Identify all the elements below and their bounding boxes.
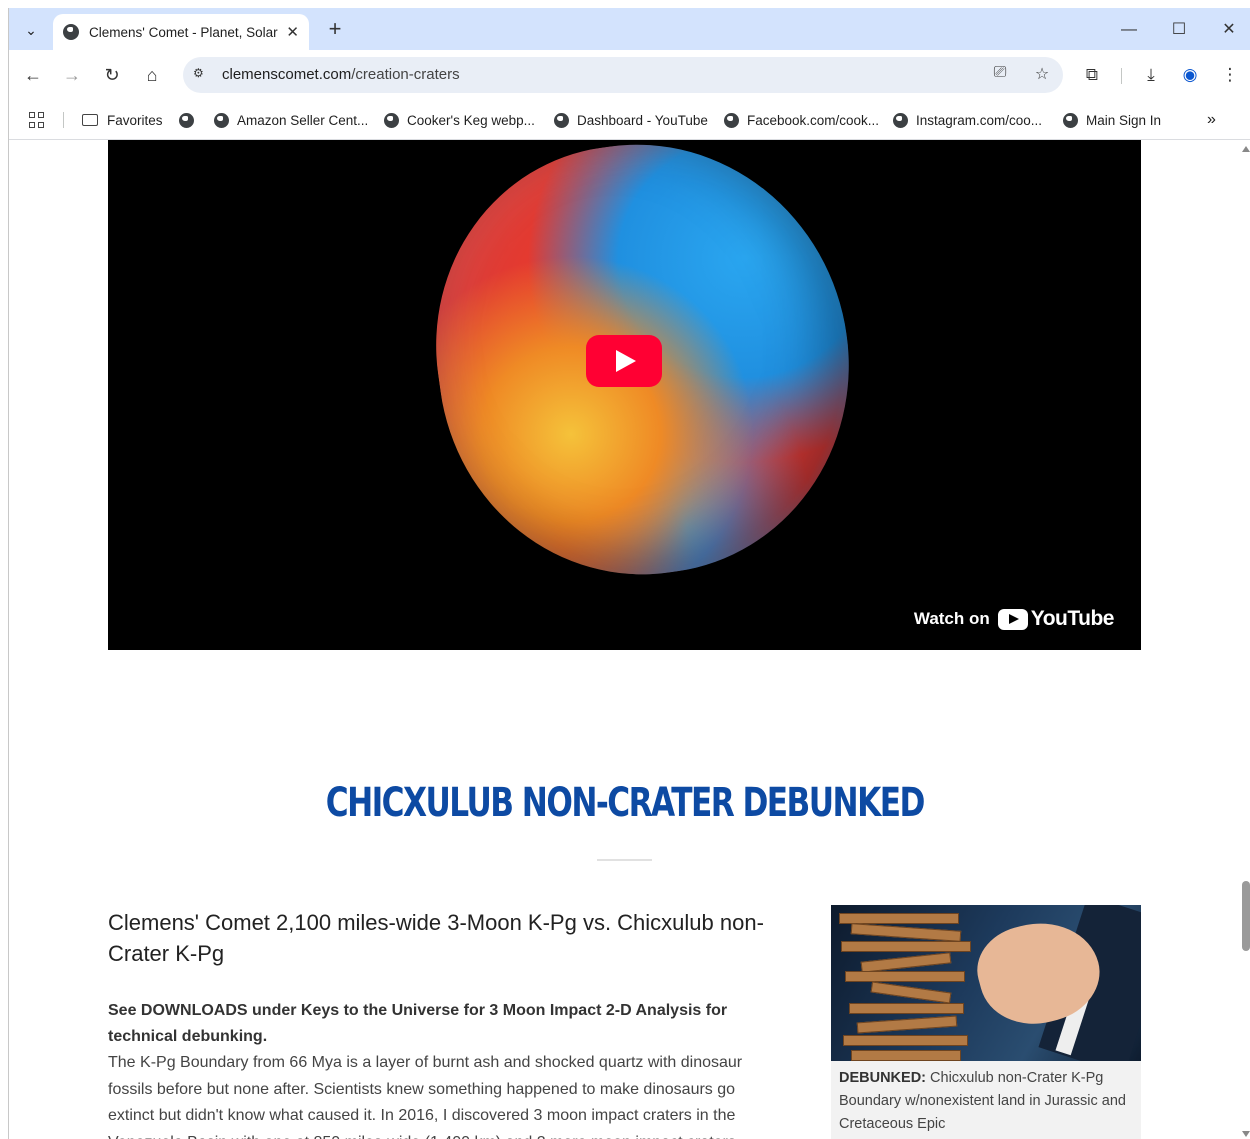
- bookmark-globe[interactable]: [179, 110, 202, 130]
- globe-icon: [384, 112, 399, 128]
- globe-icon: [554, 112, 569, 128]
- youtube-logo-icon: YouTube: [997, 607, 1115, 631]
- jenga-block: [856, 1015, 958, 1034]
- tab-title: Clemens' Comet - Planet, Solar: [89, 24, 278, 40]
- bookmark-amazon[interactable]: Amazon Seller Cent...: [214, 110, 368, 130]
- window-close-icon[interactable]: ✕: [1207, 16, 1250, 44]
- jenga-photo: [831, 905, 1141, 1061]
- globe-icon: [724, 112, 739, 128]
- folder-icon: [82, 114, 98, 126]
- page-viewport: Watch on YouTube CHICXULUB NON-CRATER DE…: [9, 140, 1250, 1139]
- forward-arrow-icon[interactable]: →: [59, 62, 85, 88]
- address-bar[interactable]: ⚙ clemenscomet.com/creation-craters ⎚ ☆: [183, 57, 1063, 93]
- star-icon[interactable]: ☆: [1031, 64, 1053, 86]
- globe-icon: [214, 112, 229, 128]
- maximize-icon[interactable]: ☐: [1157, 16, 1201, 44]
- jenga-block: [845, 971, 965, 982]
- bookmark-instagram[interactable]: Instagram.com/coo...: [893, 110, 1042, 130]
- bookmark-main-sign-in[interactable]: Main Sign In: [1063, 110, 1161, 130]
- bookmark-youtube-dashboard[interactable]: Dashboard - YouTube: [554, 110, 708, 130]
- puzzle-icon[interactable]: ⧉: [1079, 62, 1105, 88]
- jenga-figure: DEBUNKED: Chicxulub non-Crater K-Pg Boun…: [831, 905, 1141, 1139]
- downloads-note: See DOWNLOADS under Keys to the Universe…: [108, 1002, 728, 1045]
- bookmark-cookers-keg[interactable]: Cooker's Keg webp...: [384, 110, 535, 130]
- globe-icon: [63, 24, 79, 40]
- jenga-block: [849, 1003, 964, 1014]
- scroll-down-icon[interactable]: [1242, 1131, 1250, 1137]
- bookmark-label: Favorites: [107, 112, 163, 128]
- back-arrow-icon[interactable]: ←: [20, 62, 46, 88]
- jenga-block: [850, 923, 962, 942]
- bookmark-label: Cooker's Keg webp...: [407, 112, 535, 128]
- close-icon[interactable]: ✕: [286, 23, 299, 41]
- bookmark-facebook[interactable]: Facebook.com/cook...: [724, 110, 879, 130]
- caption-label: DEBUNKED:: [839, 1070, 926, 1086]
- jenga-block: [839, 913, 959, 924]
- tune-icon[interactable]: ⚙: [193, 66, 211, 84]
- scroll-up-icon[interactable]: [1242, 146, 1250, 152]
- kebab-menu-icon[interactable]: ⋮: [1217, 62, 1243, 88]
- minimize-icon[interactable]: —: [1107, 16, 1151, 44]
- plus-icon[interactable]: +: [321, 16, 349, 44]
- article-body: The K-Pg Boundary from 66 Mya is a layer…: [108, 1054, 743, 1139]
- download-icon[interactable]: ⤓: [1138, 62, 1164, 88]
- jenga-block: [841, 941, 971, 952]
- bookmarks-bar: Favorites Amazon Seller Cent... Cooker's…: [9, 100, 1250, 140]
- home-icon[interactable]: ⌂: [139, 62, 165, 88]
- reload-icon[interactable]: ↻: [99, 62, 125, 88]
- browser-window: ⌄ Clemens' Comet - Planet, Solar ✕ + — ☐…: [8, 8, 1250, 1139]
- tab-active[interactable]: Clemens' Comet - Planet, Solar ✕: [53, 14, 309, 50]
- toolbar: ← → ↻ ⌂ ⚙ clemenscomet.com/creation-crat…: [9, 50, 1250, 100]
- globe-icon: [893, 112, 908, 128]
- watch-on-label: Watch on: [913, 609, 990, 628]
- play-button[interactable]: [586, 335, 662, 387]
- jenga-block: [851, 1050, 961, 1061]
- page-scrollbar[interactable]: [1241, 140, 1250, 1139]
- toolbar-separator: [1121, 68, 1122, 84]
- jenga-block: [843, 1035, 968, 1046]
- youtube-embed[interactable]: Watch on YouTube: [108, 140, 1141, 650]
- jenga-block: [870, 981, 952, 1004]
- tab-strip: ⌄ Clemens' Comet - Planet, Solar ✕ + — ☐…: [9, 8, 1250, 50]
- bookmark-label: Instagram.com/coo...: [916, 112, 1043, 128]
- url-text[interactable]: clemenscomet.com/creation-craters: [222, 66, 460, 83]
- apps-grid-icon[interactable]: [29, 112, 45, 128]
- more-bookmarks-icon[interactable]: »: [1207, 110, 1216, 130]
- bookmarks-separator: [63, 112, 64, 128]
- heading-divider: [597, 859, 652, 861]
- section-heading: CHICXULUB NON-CRATER DEBUNKED: [325, 780, 926, 826]
- article-subheading: Clemens' Comet 2,100 miles-wide 3-Moon K…: [108, 910, 764, 966]
- youtube-wordmark: YouTube: [1030, 607, 1115, 630]
- globe-icon: [179, 112, 194, 128]
- bookmark-favorites[interactable]: Favorites: [82, 110, 163, 130]
- profile-icon[interactable]: ◉: [1177, 62, 1203, 88]
- bookmark-label: Main Sign In: [1086, 112, 1162, 128]
- url-domain: clemenscomet.com: [222, 66, 352, 83]
- chevron-down-icon[interactable]: ⌄: [17, 16, 45, 44]
- figure-caption: DEBUNKED: Chicxulub non-Crater K-Pg Boun…: [839, 1067, 1135, 1136]
- bookmark-label: Facebook.com/cook...: [747, 112, 880, 128]
- watch-on-youtube-link[interactable]: Watch on YouTube: [913, 607, 1115, 631]
- globe-icon: [1063, 112, 1078, 128]
- install-app-icon[interactable]: ⎚: [989, 64, 1011, 86]
- bookmark-label: Dashboard - YouTube: [577, 112, 708, 128]
- jenga-block: [860, 952, 952, 973]
- bookmark-label: Amazon Seller Cent...: [237, 112, 369, 128]
- scrollbar-thumb[interactable]: [1242, 881, 1250, 951]
- url-path: /creation-craters: [351, 66, 460, 83]
